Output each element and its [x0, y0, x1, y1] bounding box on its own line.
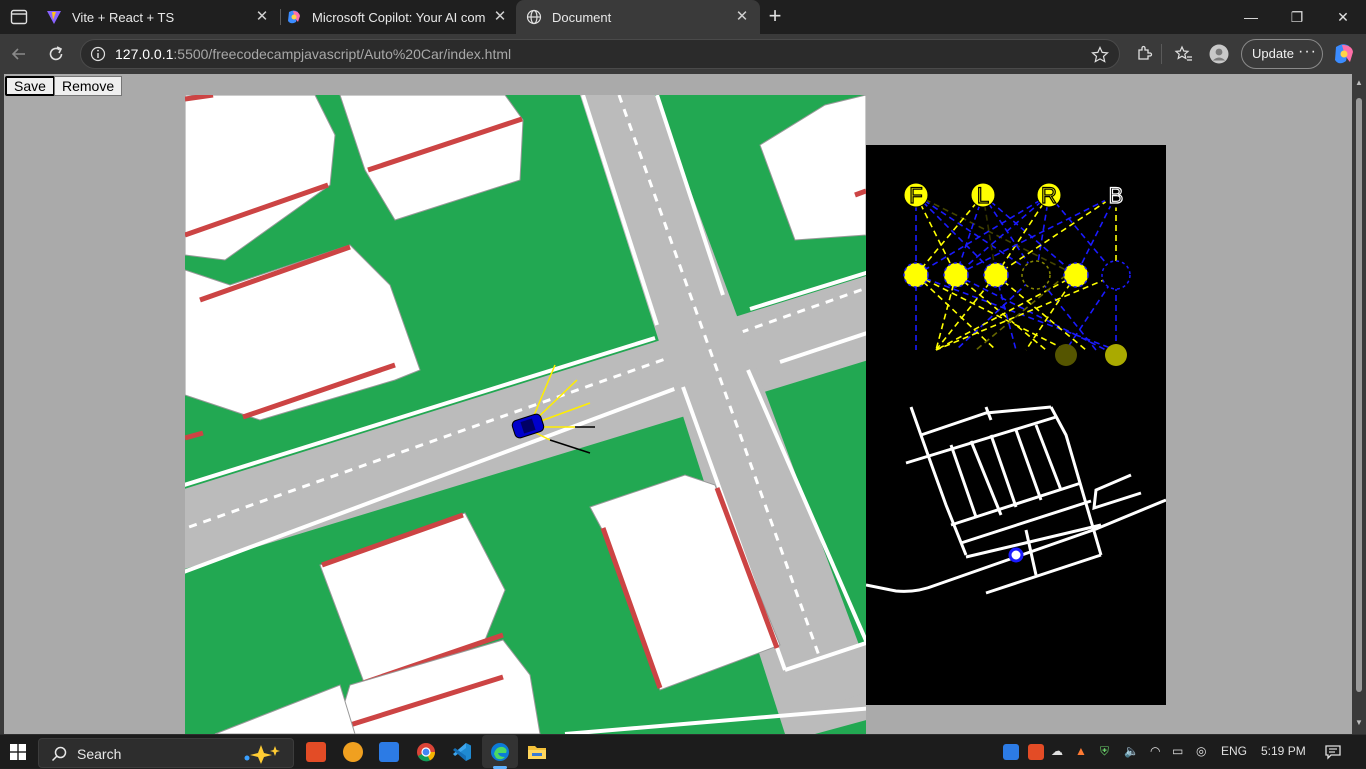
tab-vite[interactable]: Vite + React + TS ✕ — [36, 0, 280, 34]
tab-label: Document — [552, 9, 612, 25]
output-label: F — [909, 183, 922, 208]
profile-avatar-icon[interactable] — [1209, 44, 1229, 64]
notification-icon[interactable] — [1325, 744, 1341, 760]
camera-icon[interactable]: ◎ — [1196, 744, 1206, 758]
refresh-icon[interactable] — [46, 44, 66, 64]
new-tab-button[interactable]: + — [764, 5, 786, 28]
close-window-button[interactable]: ✕ — [1320, 0, 1366, 34]
remove-button[interactable]: Remove — [54, 76, 123, 96]
tab-document[interactable]: Document ✕ — [516, 0, 760, 34]
tray-app-icon[interactable] — [1003, 744, 1019, 760]
output-label: B — [1109, 183, 1124, 208]
search-label: Search — [77, 746, 122, 762]
copilot-icon[interactable] — [1332, 42, 1356, 66]
battery-icon[interactable]: ▭ — [1172, 744, 1183, 758]
car-canvas[interactable] — [185, 95, 866, 734]
update-button[interactable]: Update ··· — [1241, 39, 1323, 69]
browser-toolbar: 127.0.0.1:5500/freecodecampjavascript/Au… — [0, 34, 1366, 74]
monitor-app-icon[interactable] — [379, 742, 399, 762]
defender-shield-icon[interactable]: ⛨ — [1100, 744, 1109, 759]
vite-icon — [47, 11, 61, 24]
car-marker — [1008, 547, 1024, 563]
windows-start-icon[interactable] — [10, 744, 26, 760]
cloud-icon[interactable]: ☁ — [1051, 744, 1063, 758]
output-label: R — [1041, 183, 1057, 208]
tab-actions-icon[interactable] — [10, 8, 28, 26]
scroll-thumb[interactable] — [1356, 98, 1362, 692]
restore-button[interactable]: ❐ — [1274, 0, 1320, 34]
tab-copilot[interactable]: Microsoft Copilot: Your AI compa ✕ — [276, 0, 518, 34]
scroll-up-icon[interactable]: ▲ — [1354, 78, 1364, 88]
toolbar-divider — [1161, 44, 1162, 64]
globe-icon — [526, 9, 542, 25]
tab-label: Microsoft Copilot: Your AI compa — [312, 9, 486, 25]
xampp-icon[interactable] — [306, 742, 326, 762]
chrome-icon[interactable] — [416, 742, 436, 762]
more-options-icon[interactable]: ··· — [1298, 43, 1317, 61]
file-explorer-icon[interactable] — [527, 742, 547, 762]
close-icon[interactable]: ✕ — [254, 9, 270, 25]
info-icon[interactable] — [90, 46, 106, 62]
close-icon[interactable]: ✕ — [492, 9, 508, 25]
address-bar[interactable]: 127.0.0.1:5500/freecodecampjavascript/Au… — [80, 39, 1120, 69]
volume-icon[interactable]: 🔈 — [1124, 744, 1139, 758]
url-host: 127.0.0.1 — [115, 46, 174, 62]
scroll-down-icon[interactable]: ▼ — [1354, 718, 1364, 728]
favorite-star-icon[interactable] — [1091, 46, 1109, 64]
url-text: 127.0.0.1:5500/freecodecampjavascript/Au… — [115, 46, 511, 62]
scrollbar[interactable]: ▲ ▼ — [1352, 74, 1366, 734]
xampp-tray-icon[interactable] — [1028, 744, 1044, 760]
tab-strip: Vite + React + TS ✕ Microsoft Copilot: Y… — [0, 0, 1366, 34]
close-icon[interactable]: ✕ — [734, 9, 750, 25]
favorites-icon[interactable] — [1174, 44, 1194, 64]
vlc-icon[interactable]: ▲ — [1075, 744, 1087, 758]
url-path: :5500/freecodecampjavascript/Auto%20Car/… — [173, 46, 512, 62]
back-arrow-icon[interactable] — [9, 44, 29, 64]
edge-icon[interactable] — [490, 742, 510, 762]
taskbar-search[interactable]: Search — [38, 738, 294, 768]
network-panel: F L R B — [866, 145, 1166, 705]
finder-app-icon[interactable] — [343, 742, 363, 762]
wifi-icon[interactable]: ◠ — [1150, 744, 1160, 758]
language-indicator[interactable]: ENG — [1221, 744, 1247, 758]
page-viewport: Save Remove F L R B ▲ ▼ — [0, 74, 1366, 734]
save-button[interactable]: Save — [5, 76, 55, 96]
taskbar: Search ☁ ▲ ⛨ 🔈 ◠ ▭ ◎ ENG 5:19 PM — [0, 734, 1366, 769]
minimize-button[interactable]: — — [1228, 0, 1274, 34]
search-icon — [51, 746, 67, 762]
clock[interactable]: 5:19 PM — [1261, 744, 1306, 758]
copilot-icon — [288, 10, 300, 24]
tab-label: Vite + React + TS — [72, 9, 175, 25]
update-label: Update — [1252, 46, 1294, 61]
output-label: L — [977, 183, 989, 208]
vscode-icon[interactable] — [452, 742, 472, 762]
sparkle-icon — [244, 745, 280, 764]
extensions-icon[interactable] — [1134, 44, 1154, 64]
